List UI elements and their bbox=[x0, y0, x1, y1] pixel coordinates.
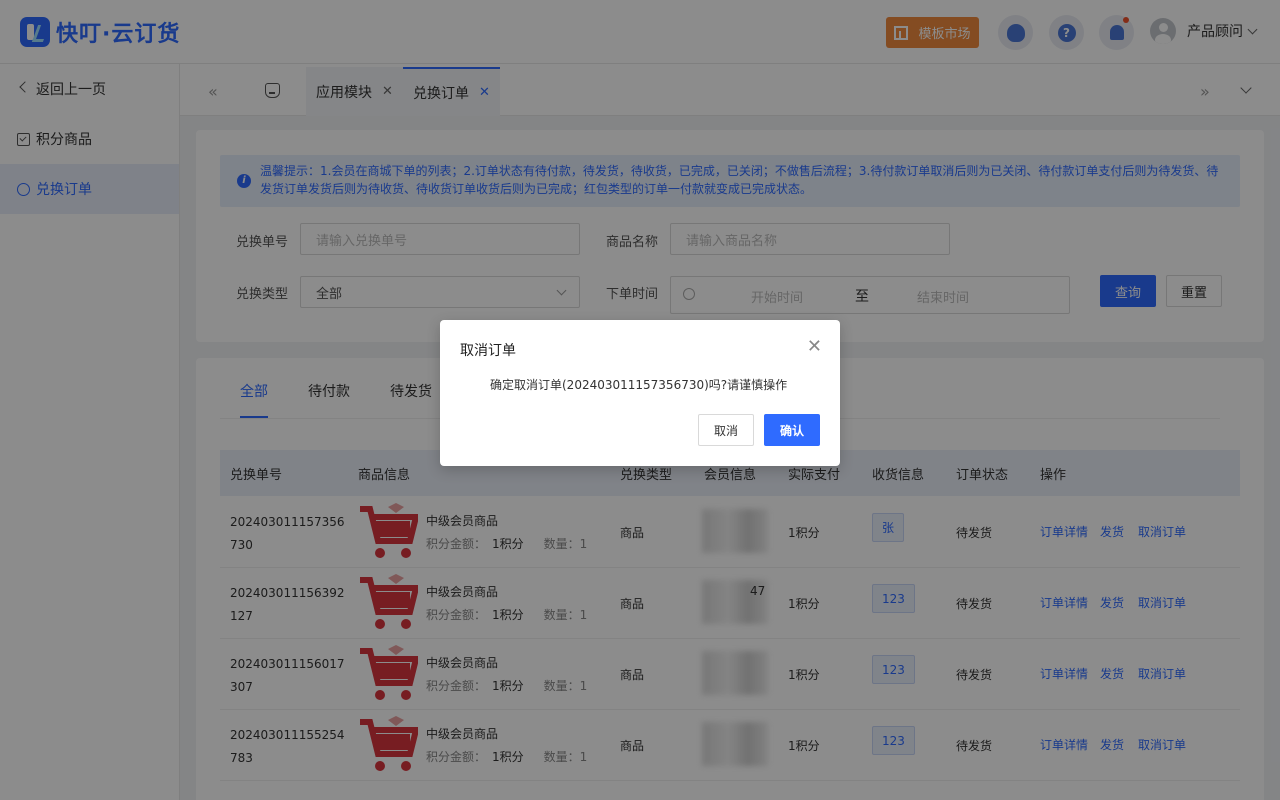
close-icon[interactable]: ✕ bbox=[807, 336, 822, 357]
dialog-title: 取消订单 bbox=[460, 343, 516, 359]
confirm-button[interactable]: 确认 bbox=[764, 414, 820, 446]
dialog-message: 确定取消订单(202403011157356730)吗?请谨慎操作 bbox=[490, 378, 788, 392]
cancel-order-dialog: 取消订单 ✕ 确定取消订单(202403011157356730)吗?请谨慎操作… bbox=[440, 320, 840, 466]
cancel-button[interactable]: 取消 bbox=[698, 414, 754, 446]
